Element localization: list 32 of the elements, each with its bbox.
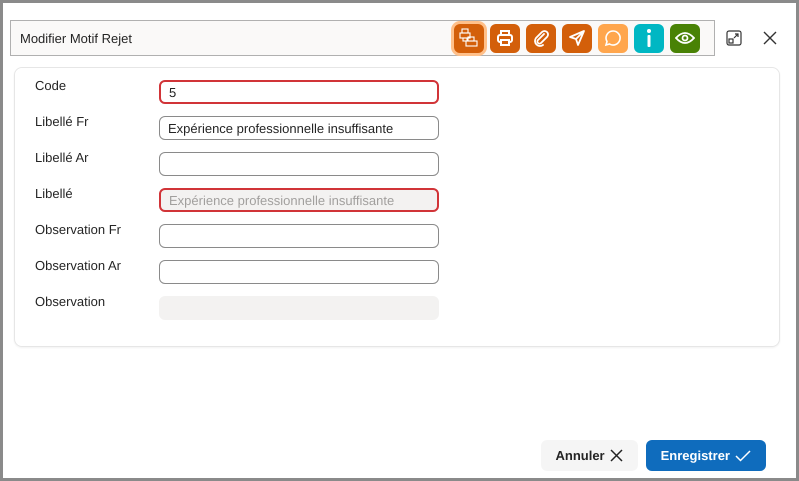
field-label: Observation Fr [35,222,122,237]
expand-icon [726,30,742,46]
field-label: Libellé Ar [35,150,90,165]
attach-button[interactable] [526,24,556,52]
print-button[interactable] [490,24,520,52]
info-button[interactable] [634,24,664,52]
input-field[interactable] [159,152,439,176]
close-icon [610,449,623,462]
field-label: Libellé [35,186,74,201]
view-button[interactable] [670,24,700,52]
input-field[interactable] [159,224,439,248]
cancel-button[interactable]: Annuler [540,440,638,471]
checkmark-icon [735,450,751,462]
field-label: Libellé Fr [35,114,90,129]
input-field[interactable]: 5 [159,80,439,104]
printers-button[interactable] [454,24,484,52]
printers-icon [459,28,480,48]
info-icon [645,28,654,48]
send-button[interactable] [562,24,592,52]
send-icon [568,29,586,47]
comment-icon [604,29,622,47]
field-label: Observation Ar [35,258,122,273]
input-field[interactable]: Expérience professionnelle insuffisante [159,116,439,140]
save-button[interactable]: Enregistrer [646,440,766,471]
field-label: Observation [35,294,106,309]
window-title: Modifier Motif Rejet [20,30,132,46]
paperclip-icon [532,29,550,47]
field-label: Code [35,78,68,93]
print-icon [496,29,514,47]
close-icon [762,31,777,45]
eye-icon [675,31,696,45]
input-field[interactable] [159,260,439,284]
